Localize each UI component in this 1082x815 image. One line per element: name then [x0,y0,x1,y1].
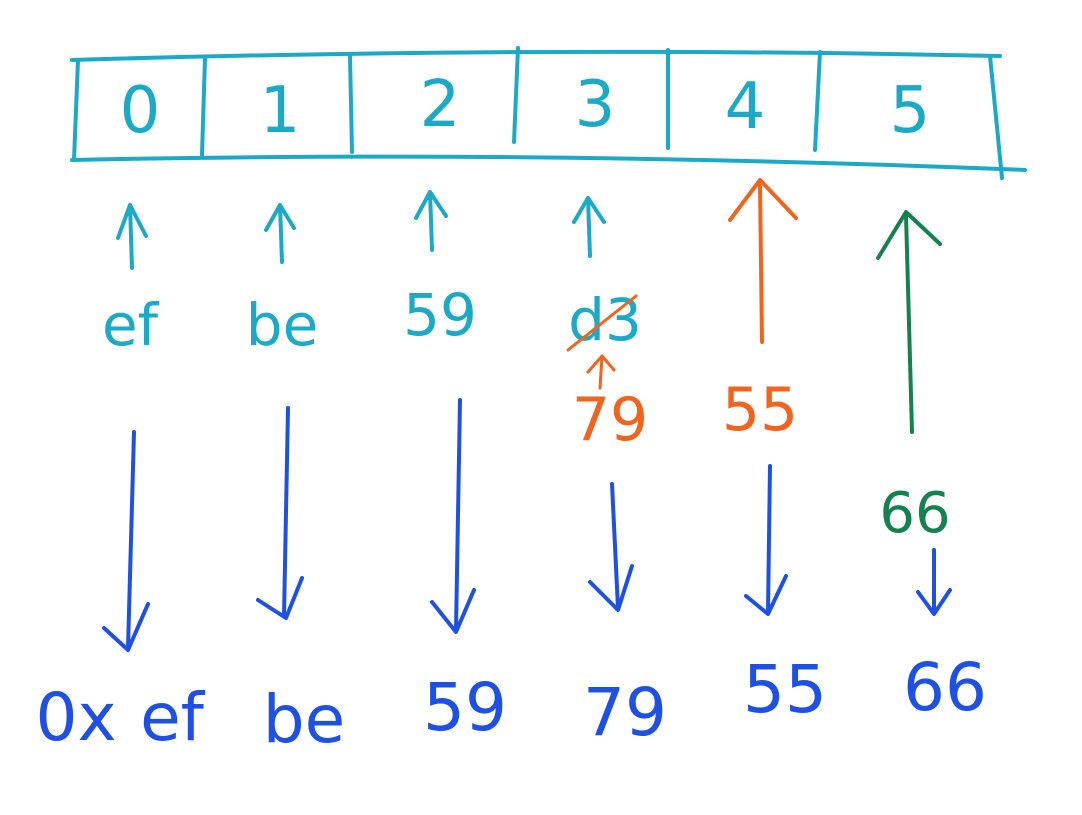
byte-value-cell-4: 55 [722,375,798,445]
up-arrow-icon [572,196,606,258]
result-byte-3: 79 [583,674,667,751]
result-byte-4: 55 [743,651,827,728]
up-arrow-icon [414,190,448,252]
down-arrow-icon [744,464,788,616]
cell-index-1: 1 [260,74,301,148]
up-arrow-icon [876,210,942,434]
cell-index-2: 2 [420,68,461,142]
cell-index-3: 3 [575,68,616,142]
byte-value-cell-2: 59 [403,281,477,349]
memory-diagram: 0 1 2 3 4 5 ef be 59 d3 79 55 66 0x ef b… [35,46,1027,758]
array-bottom-border [70,154,1027,172]
down-arrow-icon [430,398,476,634]
up-arrow-icon [116,203,148,270]
cell-divider [813,50,822,152]
result-byte-5: 66 [903,649,987,726]
down-arrow-icon [256,406,304,620]
cell-index-0: 0 [120,74,161,148]
cell-index-5: 5 [890,74,931,148]
byte-value-cell-1: be [246,291,319,359]
array-top-border [70,49,1002,62]
result-byte-2: 59 [423,669,507,746]
write-arrows-cyan [116,190,606,270]
result-byte-1: be [263,681,346,758]
result-byte-0: ef [140,679,206,756]
result-prefix: 0x [35,679,116,756]
down-arrow-icon [102,430,150,652]
up-arrow-icon [264,203,296,264]
byte-value-cell-0: ef [102,291,160,359]
byte-value-cell-3-new: 79 [572,385,648,455]
down-arrow-icon [916,548,952,616]
down-arrow-icon [588,482,634,612]
memory-array [70,46,1027,180]
cell-divider [200,56,207,157]
cell-divider [512,46,520,144]
read-arrows-blue [102,398,952,652]
array-right-border [988,54,1004,180]
up-arrow-icon [586,354,616,390]
cell-index-4: 4 [725,70,766,144]
up-arrow-icon [728,178,798,344]
byte-value-cell-5: 66 [879,481,950,546]
cell-divider [348,54,354,154]
array-left-border [72,58,80,162]
